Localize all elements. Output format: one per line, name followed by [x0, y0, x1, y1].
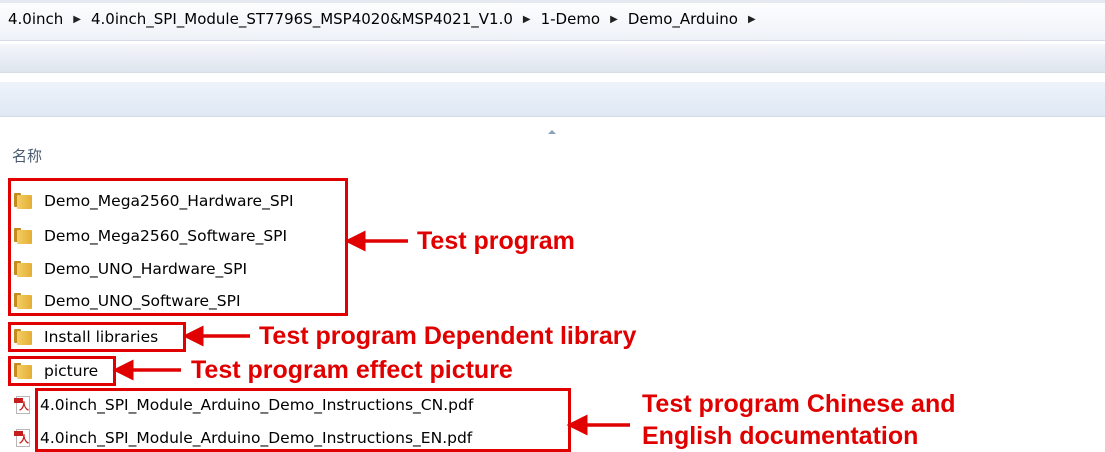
annotation-effect-picture: Test program effect picture: [191, 356, 513, 384]
annotation-test-program: Test program: [417, 227, 575, 255]
annotation-documentation-line2: English documentation: [642, 422, 919, 450]
annotation-arrows: [112, 230, 630, 436]
annotation-dependent-library: Test program Dependent library: [259, 322, 637, 350]
annotation-documentation-line1: Test program Chinese and: [642, 390, 956, 418]
